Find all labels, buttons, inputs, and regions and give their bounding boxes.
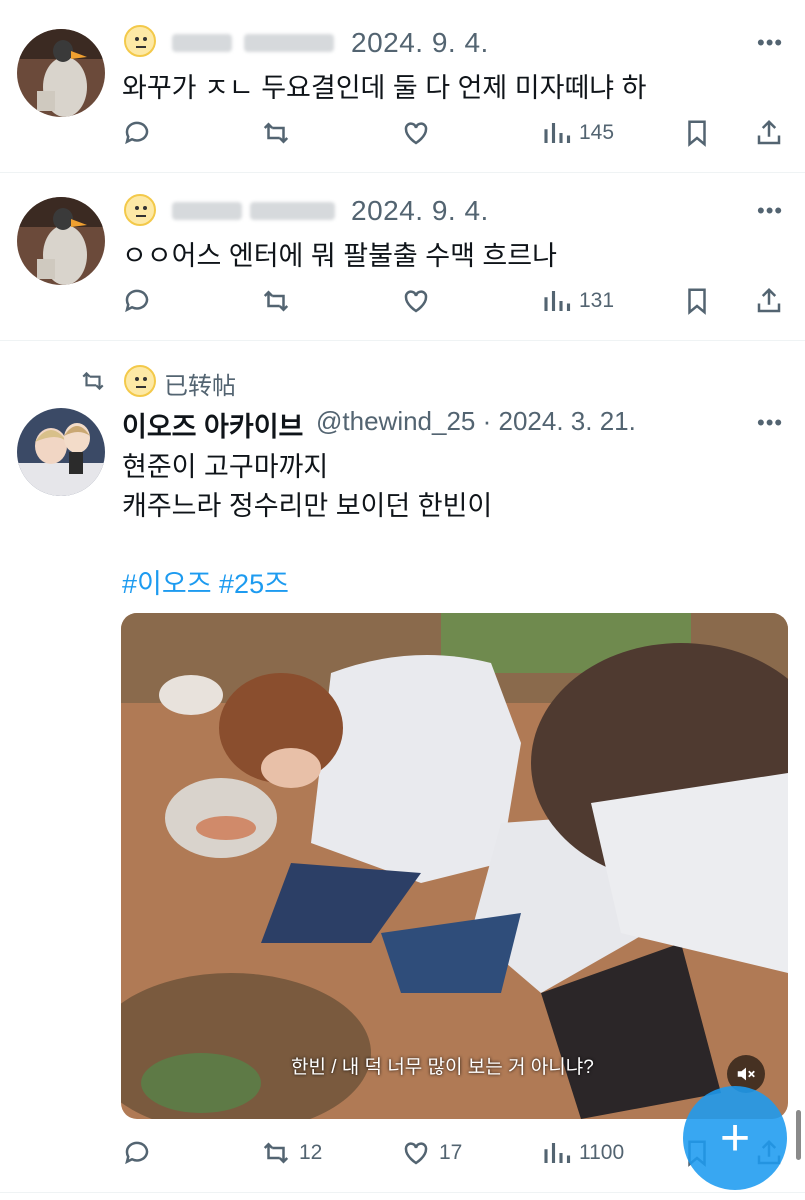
tweet-date[interactable]: 2024. 9. 4. xyxy=(351,27,489,59)
views-count: 1100 xyxy=(579,1141,625,1164)
more-options-icon[interactable]: ••• xyxy=(757,410,783,436)
views-count: 131 xyxy=(579,289,615,312)
retweet-button[interactable]: 12 xyxy=(261,1133,322,1173)
scrollbar[interactable] xyxy=(796,1110,801,1160)
repost-label[interactable]: 已转帖 xyxy=(164,366,236,401)
more-options-icon[interactable]: ••• xyxy=(757,30,783,56)
like-button[interactable] xyxy=(401,281,431,321)
tweet-text-line-1: 현준이 고구마까지 xyxy=(122,452,329,482)
views-button[interactable]: 131 xyxy=(541,281,614,321)
bookmark-button[interactable] xyxy=(682,281,712,321)
compose-fab-button[interactable]: + xyxy=(683,1086,787,1190)
video-thumbnail xyxy=(121,613,788,1119)
heart-icon xyxy=(404,1142,428,1165)
tweet-date[interactable]: 2024. 9. 4. xyxy=(351,195,489,227)
bookmark-icon xyxy=(688,288,706,315)
blurred-username xyxy=(172,34,232,52)
reply-icon xyxy=(125,1141,149,1165)
reply-button[interactable] xyxy=(122,281,152,321)
views-button[interactable]: 145 xyxy=(541,113,614,153)
blurred-handle xyxy=(250,202,335,220)
reply-icon xyxy=(125,289,149,313)
retweet-count: 12 xyxy=(299,1141,323,1164)
views-button[interactable]: 1100 xyxy=(541,1133,624,1173)
heart-icon xyxy=(404,122,428,145)
tweet-text-line-2: 캐주느라 정수리만 보이던 한빈이 xyxy=(122,491,493,521)
retweet-button[interactable] xyxy=(261,281,291,321)
bookmark-icon xyxy=(688,120,706,147)
reply-button[interactable] xyxy=(122,1133,152,1173)
divider xyxy=(0,1192,805,1193)
reply-button[interactable] xyxy=(122,113,152,153)
like-button[interactable] xyxy=(401,113,431,153)
blurred-username xyxy=(172,202,242,220)
bookmark-button[interactable] xyxy=(682,113,712,153)
smiley-icon xyxy=(124,365,156,397)
smiley-icon xyxy=(124,194,156,226)
reply-icon xyxy=(125,121,149,145)
like-count: 17 xyxy=(439,1141,463,1164)
video-subtitle: 한빈 / 내 덕 너무 많이 보는 거 아니냐? xyxy=(291,1057,594,1078)
video-media[interactable]: 한빈 / 내 덕 너무 많이 보는 거 아니냐? xyxy=(121,613,788,1119)
author-avatar[interactable] xyxy=(17,408,105,496)
retweet-icon xyxy=(263,1142,289,1164)
repost-indicator-icon xyxy=(82,371,104,391)
smiley-icon xyxy=(124,25,156,57)
like-button[interactable]: 17 xyxy=(401,1133,462,1173)
views-count: 145 xyxy=(579,121,615,144)
share-icon xyxy=(757,287,781,313)
share-icon xyxy=(757,119,781,145)
tweet-2[interactable]: 2024. 9. 4. ••• ㅇㅇ어스 엔터에 뭐 팔불출 수맥 흐르나 13… xyxy=(0,172,805,340)
retweet-button[interactable] xyxy=(261,113,291,153)
views-chart-icon xyxy=(544,1143,571,1163)
retweet-icon xyxy=(263,122,289,144)
views-chart-icon xyxy=(544,123,571,143)
plus-icon: + xyxy=(719,1109,751,1167)
author-name[interactable]: 이오즈 아카이브 xyxy=(122,405,303,444)
author-handle-date[interactable]: @thewind_25 · 2024. 3. 21. xyxy=(316,406,636,437)
views-chart-icon xyxy=(544,291,571,311)
tweet-text: ㅇㅇ어스 엔터에 뭐 팔불출 수맥 흐르나 xyxy=(122,241,557,271)
avatar[interactable] xyxy=(17,197,105,285)
tweet-text: 와꾸가 ㅈㄴ 두요결인데 둘 다 언제 미자떼냐 하 xyxy=(122,73,647,103)
share-button[interactable] xyxy=(754,281,784,321)
share-button[interactable] xyxy=(754,113,784,153)
retweet-icon xyxy=(263,290,289,312)
hashtags[interactable]: #이오즈 #25즈 xyxy=(122,562,289,601)
blurred-handle xyxy=(244,34,334,52)
heart-icon xyxy=(404,290,428,313)
speaker-muted-icon xyxy=(737,1067,755,1081)
more-options-icon[interactable]: ••• xyxy=(757,198,783,224)
avatar[interactable] xyxy=(17,29,105,117)
tweet-1[interactable]: 2024. 9. 4. ••• 와꾸가 ㅈㄴ 두요결인데 둘 다 언제 미자떼냐… xyxy=(0,0,805,172)
